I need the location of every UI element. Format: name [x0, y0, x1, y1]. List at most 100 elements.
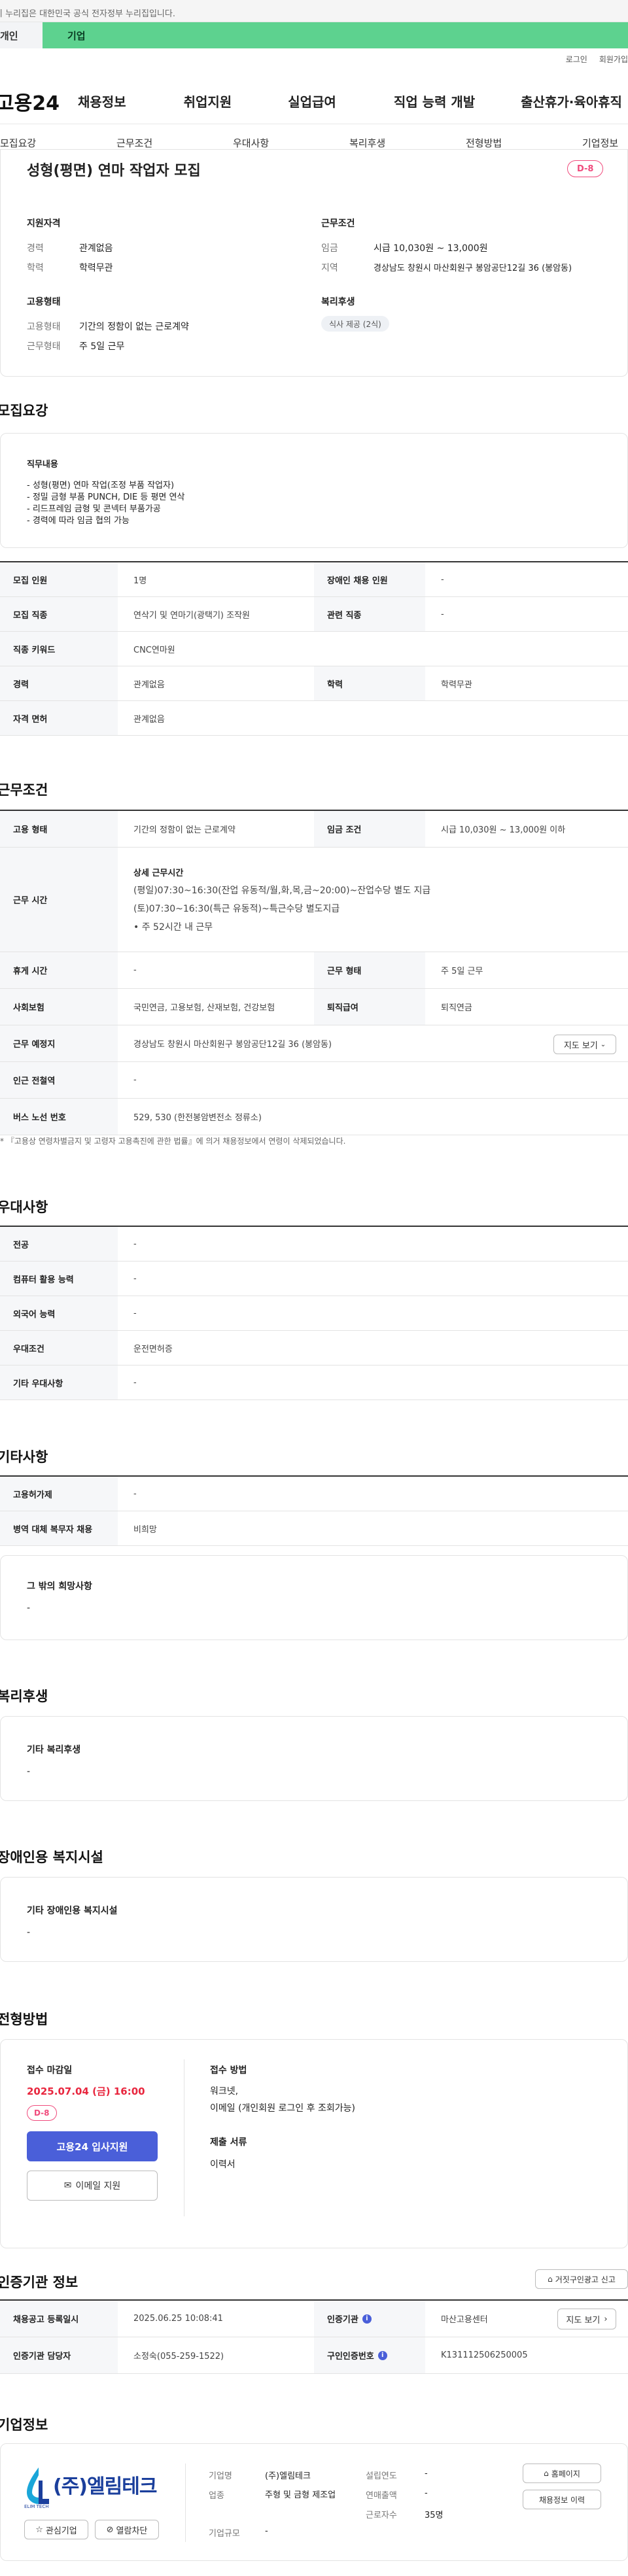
td: 주 5일 근무 [441, 967, 483, 976]
snav-company[interactable]: 기업정보 [582, 136, 618, 150]
company-field-value: 주형 및 금형 제조업 [265, 2490, 336, 2500]
cert-table: 채용공고 등록일시 2025.06.25 10:08:41 인증기관 i 마산고용… [0, 2299, 628, 2374]
nav-employment-support[interactable]: 취업지원 [184, 92, 232, 111]
company-field-value: - [425, 2469, 428, 2479]
table-row: 인증기관 담당자 소정숙(055-259-1522) 구인인증번호 i K1311… [0, 2337, 628, 2374]
nav-vocational-training[interactable]: 직업 능력 개발 [394, 92, 475, 111]
interest-company-button[interactable]: ☆ 관심기업 [24, 2520, 88, 2539]
th: 근무 예정지 [0, 1025, 118, 1061]
th: 직종 키워드 [0, 632, 118, 666]
company-field-value: - [425, 2488, 428, 2498]
td: CNC연마원 [133, 645, 175, 655]
welfare-title: 복리후생 [0, 1689, 48, 1704]
th: 우대조건 [0, 1331, 118, 1365]
info-icon[interactable]: i [377, 2350, 387, 2360]
company-title: 기업정보 [0, 2417, 48, 2433]
selection-title: 전형방법 [0, 2012, 48, 2027]
star-icon: ☆ [35, 2524, 43, 2535]
login-link[interactable]: 로그인 [566, 54, 587, 65]
tab-personal[interactable]: 개인 [0, 22, 43, 48]
th: 근무 시간 [0, 848, 118, 952]
util-links: 로그인 회원가입 [566, 54, 628, 65]
cond-label-region: 지역 [321, 263, 338, 273]
table-row: 컴퓨터 활용 능력 - [0, 1262, 628, 1296]
table-row: 경력 관계없음 학력 학력무관 [0, 666, 628, 701]
cond-label-wage: 임금 [321, 243, 338, 254]
qual-value-edu: 학력무관 [79, 263, 113, 273]
td: - [441, 574, 444, 585]
info-icon[interactable]: i [362, 2314, 372, 2324]
home-icon: ⌂ [548, 2275, 553, 2284]
emp-label-shift: 근무형태 [27, 341, 61, 352]
th: 자격 면허 [0, 701, 118, 735]
site-logo[interactable]: 고용24 [0, 87, 78, 116]
map-view-button[interactable]: 지도 보기 ⌄ [553, 1035, 616, 1054]
welfare-card-value: - [27, 1766, 31, 1777]
homepage-button[interactable]: ⌂ 홈페이지 [523, 2464, 601, 2483]
gov-banner-text: 이 누리집은 대한민국 공식 전자정부 누리집입니다. [0, 9, 175, 19]
user-type-tabs: 개인 기업 [0, 22, 628, 48]
cond-value-wage: 시급 10,030원 ~ 13,000원 [374, 243, 488, 254]
th: 휴게 시간 [0, 952, 118, 988]
tab-company[interactable]: 기업 [43, 22, 628, 48]
welfare-card-heading: 기타 복리후생 [27, 1745, 81, 1755]
deadline-date: 2025.07.04 (금) 16:00 [27, 2086, 145, 2097]
th: 장애인 채용 인원 [314, 562, 425, 596]
report-fake-ad-button[interactable]: ⌂ 거짓구인광고 신고 [535, 2269, 628, 2289]
snav-welfare[interactable]: 복리후생 [349, 136, 385, 150]
td: 관계없음 [133, 714, 165, 725]
nav-jobs[interactable]: 채용정보 [78, 92, 126, 111]
emp-value-shift: 주 5일 근무 [79, 341, 125, 352]
company-field-label: 근로자수 [366, 2511, 397, 2520]
emp-heading: 고용형태 [27, 297, 61, 307]
welfare-card: 기타 복리후생 - [0, 1716, 628, 1801]
pref-title: 우대사항 [0, 1199, 48, 1215]
duty-heading: 직무내용 [27, 460, 58, 470]
table-row: 기타 우대사항 - [0, 1365, 628, 1400]
apply-button[interactable]: 고용24 입사지원 [27, 2131, 158, 2161]
qual-heading: 지원자격 [27, 218, 61, 229]
nav-unemployment-benefit[interactable]: 실업급여 [288, 92, 336, 111]
block-icon: ⊘ [106, 2524, 114, 2535]
signup-link[interactable]: 회원가입 [599, 54, 628, 65]
th: 고용 형태 [0, 811, 118, 847]
th: 전공 [0, 1227, 118, 1261]
qual-label-career: 경력 [27, 243, 44, 254]
snav-recruit[interactable]: 모집요강 [0, 136, 36, 150]
table-row: 인근 전철역 - [0, 1062, 628, 1099]
email-apply-button[interactable]: ✉ 이메일 지원 [27, 2171, 158, 2201]
duty-card: 직무내용 - 성형(평면) 연마 작업(조정 부품 작업자) - 정밀 금형 부… [0, 433, 628, 548]
pref-table: 전공 - 컴퓨터 활용 능력 - 외국어 능력 - 우대조건 운전면허증 기타 … [0, 1226, 628, 1400]
etc-table: 고용허가제 - 병역 대체 복무자 채용 비희망 [0, 1475, 628, 1546]
snav-selection[interactable]: 전형방법 [466, 136, 502, 150]
chevron-down-icon: ⌄ [600, 1040, 606, 1048]
qual-value-career: 관계없음 [79, 243, 113, 254]
td: 기간의 정함이 없는 근로계약 [133, 825, 236, 835]
chevron-right-icon: › [604, 2314, 608, 2324]
th: 근무 형태 [314, 952, 425, 988]
table-row: 직종 키워드 CNC연마원 [0, 632, 628, 666]
company-field-value: (주)엘림테크 [265, 2471, 311, 2481]
block-company-button[interactable]: ⊘ 열람차단 [95, 2520, 159, 2539]
recruit-table: 모집 인원 1명 장애인 채용 인원 - 모집 직종 연삭기 및 연마기(광택기… [0, 561, 628, 736]
docs-heading: 제출 서류 [210, 2137, 247, 2148]
td: 연삭기 및 연마기(광택기) 조작원 [133, 610, 251, 621]
th: 관련 직종 [314, 597, 425, 631]
method-line: 워크넷, [210, 2086, 239, 2097]
company-field-label: 연매출액 [366, 2491, 397, 2501]
job-history-button[interactable]: 채용정보 이력 [523, 2490, 601, 2509]
td: - [133, 1488, 137, 1499]
td: - [133, 1075, 137, 1085]
company-field-label: 설립연도 [366, 2471, 397, 2481]
snav-work[interactable]: 근무조건 [116, 136, 152, 150]
company-logo: (주)엘림테크 ELIM TECH [24, 2464, 162, 2511]
job-summary-card: 성형(평면) 연마 작업자 모집 D-8 지원자격 경력 관계없음 학력 학력무… [0, 149, 628, 377]
td: - [441, 609, 444, 619]
table-row: 모집 직종 연삭기 및 연마기(광택기) 조작원 관련 직종 - [0, 597, 628, 632]
nav-parental-leave[interactable]: 출산휴가·육아휴직 [521, 92, 622, 111]
th: 외국어 능력 [0, 1296, 118, 1330]
cert-map-button[interactable]: 지도 보기 › [557, 2309, 616, 2329]
etc-wish-card: 그 밖의 희망사항 - [0, 1555, 628, 1640]
snav-pref[interactable]: 우대사항 [233, 136, 269, 150]
table-row: 고용 형태 기간의 정함이 없는 근로계약 임금 조건 시급 10,030원 ~… [0, 811, 628, 848]
